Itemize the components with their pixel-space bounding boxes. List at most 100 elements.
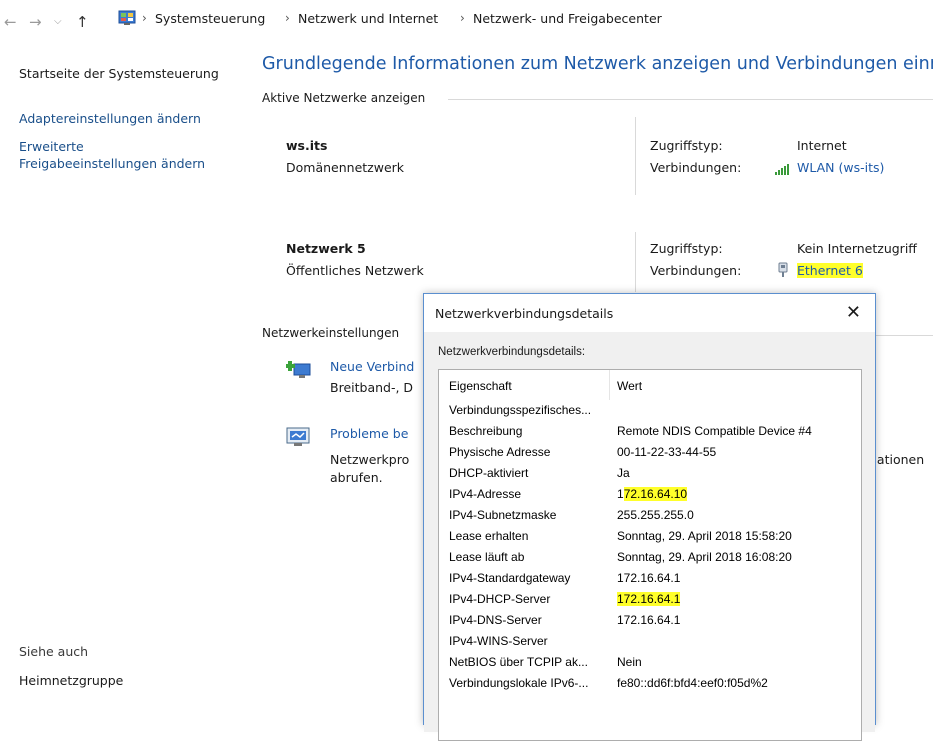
property-value: Nein (617, 655, 642, 669)
access-type-value: Kein Internetzugriff (797, 241, 917, 256)
details-label: Netzwerkverbindungsdetails: (438, 346, 586, 358)
home-link[interactable]: Startseite der Systemsteuerung (19, 66, 219, 81)
list-item[interactable]: Lease erhalten Sonntag, 29. April 2018 15… (439, 526, 861, 547)
property-name: Physische Adresse (449, 445, 551, 459)
list-item[interactable]: IPv4-WINS-Server (439, 631, 861, 652)
breadcrumb-separator: › (460, 11, 465, 25)
network-type[interactable]: Domänennetzwerk (286, 160, 404, 175)
list-item[interactable]: IPv4-Standardgateway 172.16.64.1 (439, 568, 861, 589)
property-name: Verbindungslokale IPv6-... (449, 676, 589, 690)
troubleshoot-description-line2: abrufen. (330, 470, 383, 485)
new-connection-link[interactable]: Neue Verbind (330, 359, 414, 374)
troubleshoot-description: Netzwerkpro (330, 452, 410, 467)
property-value: fe80::dd6f:bfd4:eef0:f05d%2 (617, 676, 768, 690)
address-bar: ← → ⌵ ↑ › Systemsteuerung › Netzwerk und… (0, 0, 933, 44)
wlan-connection-link[interactable]: WLAN (ws-its) (797, 160, 884, 175)
property-value: 255.255.255.0 (617, 508, 694, 522)
property-name: IPv4-Subnetzmaske (449, 508, 557, 522)
details-list[interactable]: Eigenschaft Wert Verbindungsspezifisches… (438, 369, 862, 741)
wifi-signal-icon (775, 164, 789, 175)
connections-label: Verbindungen: (650, 160, 742, 175)
property-name: DHCP-aktiviert (449, 466, 529, 480)
control-panel-icon (118, 10, 136, 25)
property-value: Sonntag, 29. April 2018 16:08:20 (617, 550, 792, 564)
breadcrumb-separator: › (142, 11, 147, 25)
property-value: 172.16.64.1 (617, 571, 681, 585)
recent-dropdown-icon[interactable]: ⌵ (54, 16, 62, 27)
property-value: Remote NDIS Compatible Device #4 (617, 424, 812, 438)
property-name: NetBIOS über TCPIP ak... (449, 655, 588, 669)
property-value: 172.16.64.1 (617, 613, 681, 627)
column-divider[interactable] (609, 370, 610, 400)
access-type-label: Zugriffstyp: (650, 138, 723, 153)
list-item[interactable]: NetBIOS über TCPIP ak... Nein (439, 652, 861, 673)
property-name: IPv4-Standardgateway (449, 571, 571, 585)
list-item[interactable]: IPv4-DNS-Server 172.16.64.1 (439, 610, 861, 631)
network-name: ws.its (286, 138, 328, 153)
sharing-settings-link-line1[interactable]: Erweiterte (19, 139, 84, 154)
list-header: Eigenschaft Wert (439, 370, 861, 400)
dialog-body: Netzwerkverbindungsdetails: Eigenschaft … (424, 332, 875, 741)
divider (448, 99, 933, 100)
list-item[interactable]: Verbindungslokale IPv6-... fe80::dd6f:bfd… (439, 673, 861, 694)
network-settings-heading: Netzwerkeinstellungen (262, 326, 400, 340)
property-value: 172.16.64.1 (617, 592, 681, 606)
list-item[interactable]: IPv4-Adresse 172.16.64.10 (439, 484, 861, 505)
property-name: IPv4-Adresse (449, 487, 522, 501)
property-name: Verbindungsspezifisches... (449, 403, 592, 417)
list-item[interactable]: DHCP-aktiviert Ja (439, 463, 861, 484)
property-name: Beschreibung (449, 424, 523, 438)
property-name: Lease läuft ab (449, 550, 525, 564)
list-item[interactable]: Lease läuft ab Sonntag, 29. April 2018 16… (439, 547, 861, 568)
property-value: Ja (617, 466, 630, 480)
value-prefix: 1 (617, 487, 624, 501)
property-value: 00-11-22-33-44-55 (617, 445, 717, 459)
troubleshoot-description-tail: nationen (869, 452, 925, 467)
list-item[interactable]: IPv4-DHCP-Server 172.16.64.1 (439, 589, 861, 610)
see-also-heading: Siehe auch (19, 644, 89, 659)
list-item[interactable]: Physische Adresse 00-11-22-33-44-55 (439, 442, 861, 463)
troubleshoot-link[interactable]: Probleme be (330, 426, 408, 441)
active-networks-heading: Aktive Netzwerke anzeigen (262, 91, 426, 105)
value-highlight: 172.16.64.1 (617, 592, 681, 606)
access-type-label: Zugriffstyp: (650, 241, 723, 256)
network-details-dialog: Netzwerkverbindungsdetails ✕ Netzwerkver… (423, 293, 876, 741)
ethernet-icon (778, 262, 788, 277)
adapter-settings-link[interactable]: Adaptereinstellungen ändern (19, 111, 201, 126)
breadcrumb-separator: › (285, 11, 290, 25)
property-name: IPv4-WINS-Server (449, 634, 548, 648)
divider (635, 232, 636, 292)
column-header-property[interactable]: Eigenschaft (449, 379, 512, 393)
back-arrow-icon[interactable]: ← (4, 13, 17, 31)
breadcrumb-netzwerk-internet[interactable]: Netzwerk und Internet (298, 11, 438, 26)
breadcrumb-systemsteuerung[interactable]: Systemsteuerung (155, 11, 265, 26)
new-connection-description: Breitband-, D (330, 380, 414, 395)
troubleshoot-icon (286, 427, 310, 446)
ethernet-connection-link[interactable]: Ethernet 6 (797, 263, 863, 278)
connections-label: Verbindungen: (650, 263, 742, 278)
network-type[interactable]: Öffentliches Netzwerk (286, 263, 424, 278)
value-highlight: 72.16.64.10 (623, 487, 688, 501)
list-item[interactable]: IPv4-Subnetzmaske 255.255.255.0 (439, 505, 861, 526)
divider (635, 117, 636, 195)
page-title: Grundlegende Informationen zum Netzwerk … (262, 54, 933, 74)
close-icon[interactable]: ✕ (846, 302, 861, 323)
sharing-settings-link-line2[interactable]: Freigabeeinstellungen ändern (19, 156, 205, 171)
list-item[interactable]: Verbindungsspezifisches... (439, 400, 861, 421)
property-name: Lease erhalten (449, 529, 529, 543)
up-arrow-icon[interactable]: ↑ (76, 13, 89, 31)
dialog-title: Netzwerkverbindungsdetails (435, 306, 614, 321)
breadcrumb-freigabecenter[interactable]: Netzwerk- und Freigabecenter (473, 11, 662, 26)
property-name: IPv4-DHCP-Server (449, 592, 551, 606)
access-type-value: Internet (797, 138, 847, 153)
column-header-value[interactable]: Wert (617, 379, 642, 393)
network-name: Netzwerk 5 (286, 241, 366, 256)
new-connection-icon (286, 361, 311, 378)
divider (875, 335, 933, 336)
property-name: IPv4-DNS-Server (449, 613, 542, 627)
property-value: 172.16.64.10 (617, 487, 688, 501)
homegroup-link[interactable]: Heimnetzgruppe (19, 673, 123, 688)
list-item[interactable]: Beschreibung Remote NDIS Compatible Devic… (439, 421, 861, 442)
property-value: Sonntag, 29. April 2018 15:58:20 (617, 529, 792, 543)
forward-arrow-icon[interactable]: → (29, 13, 42, 31)
